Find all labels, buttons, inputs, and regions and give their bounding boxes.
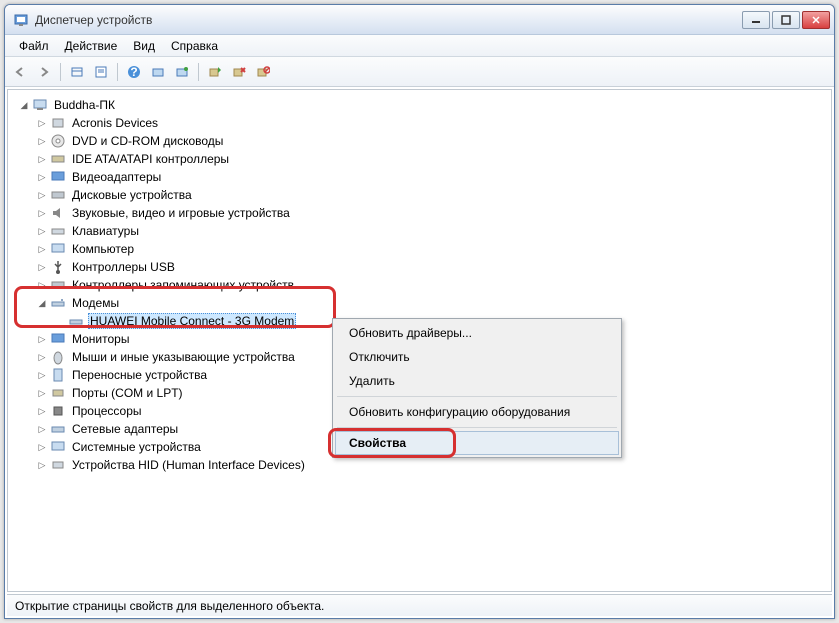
pc-icon <box>50 241 66 257</box>
monitor-icon <box>50 331 66 347</box>
statusbar: Открытие страницы свойств для выделенног… <box>7 594 832 616</box>
tree-item[interactable]: ▷Контроллеры USB <box>12 258 827 276</box>
app-icon <box>13 12 29 28</box>
device-icon <box>50 115 66 131</box>
expand-icon[interactable]: ▷ <box>36 459 48 471</box>
storage-icon <box>50 277 66 293</box>
tree-item[interactable]: ▷DVD и CD-ROM дисководы <box>12 132 827 150</box>
expand-icon[interactable]: ▷ <box>36 171 48 183</box>
port-icon <box>50 385 66 401</box>
menubar: Файл Действие Вид Справка <box>5 35 834 57</box>
forward-button[interactable] <box>33 61 55 83</box>
system-icon <box>50 439 66 455</box>
ctx-update-drivers[interactable]: Обновить драйверы... <box>335 321 619 345</box>
status-text: Открытие страницы свойств для выделенног… <box>15 599 324 613</box>
menu-view[interactable]: Вид <box>125 37 163 55</box>
titlebar[interactable]: Диспетчер устройств <box>5 5 834 35</box>
window-title: Диспетчер устройств <box>35 13 742 27</box>
uninstall-button[interactable] <box>228 61 250 83</box>
tree-modems[interactable]: ◢Модемы <box>12 294 827 312</box>
menu-help[interactable]: Справка <box>163 37 226 55</box>
collapse-icon[interactable]: ◢ <box>18 99 30 111</box>
expand-icon[interactable]: ▷ <box>36 387 48 399</box>
scan-button[interactable] <box>147 61 169 83</box>
modem-icon <box>50 295 66 311</box>
refresh-button[interactable] <box>171 61 193 83</box>
window-controls <box>742 11 830 29</box>
controller-icon <box>50 151 66 167</box>
svg-text:?: ? <box>130 65 137 79</box>
tree-item[interactable]: ▷Компьютер <box>12 240 827 258</box>
disable-button[interactable] <box>252 61 274 83</box>
expand-icon[interactable]: ▷ <box>36 153 48 165</box>
display-icon <box>50 169 66 185</box>
context-menu: Обновить драйверы... Отключить Удалить О… <box>332 318 622 458</box>
disc-icon <box>50 133 66 149</box>
update-driver-button[interactable] <box>204 61 226 83</box>
back-button[interactable] <box>9 61 31 83</box>
ctx-properties[interactable]: Свойства <box>335 431 619 455</box>
ctx-separator <box>337 396 617 397</box>
hid-icon <box>50 457 66 473</box>
portable-icon <box>50 367 66 383</box>
expand-icon[interactable]: ▷ <box>36 261 48 273</box>
tree-item[interactable]: ▷Клавиатуры <box>12 222 827 240</box>
maximize-button[interactable] <box>772 11 800 29</box>
help-button[interactable]: ? <box>123 61 145 83</box>
expand-icon[interactable]: ▷ <box>36 243 48 255</box>
device-manager-window: Диспетчер устройств Файл Действие Вид Сп… <box>4 4 835 619</box>
usb-icon <box>50 259 66 275</box>
mouse-icon <box>50 349 66 365</box>
keyboard-icon <box>50 223 66 239</box>
properties-button[interactable] <box>90 61 112 83</box>
ctx-disable[interactable]: Отключить <box>335 345 619 369</box>
audio-icon <box>50 205 66 221</box>
expand-icon[interactable]: ▷ <box>36 225 48 237</box>
menu-action[interactable]: Действие <box>57 37 126 55</box>
content-area: ◢ Buddha-ПК ▷Acronis Devices ▷DVD и CD-R… <box>7 89 832 592</box>
expand-icon[interactable]: ▷ <box>36 423 48 435</box>
tree-item[interactable]: ▷Acronis Devices <box>12 114 827 132</box>
modem-icon <box>68 313 84 329</box>
collapse-icon[interactable]: ◢ <box>36 297 48 309</box>
close-button[interactable] <box>802 11 830 29</box>
expand-icon[interactable]: ▷ <box>36 117 48 129</box>
tree-root[interactable]: ◢ Buddha-ПК <box>12 96 827 114</box>
expand-icon[interactable]: ▷ <box>36 351 48 363</box>
ctx-scan-hardware[interactable]: Обновить конфигурацию оборудования <box>335 400 619 424</box>
cpu-icon <box>50 403 66 419</box>
ctx-separator <box>337 427 617 428</box>
tree-item[interactable]: ▷Дисковые устройства <box>12 186 827 204</box>
minimize-button[interactable] <box>742 11 770 29</box>
expand-icon[interactable]: ▷ <box>36 333 48 345</box>
show-hidden-button[interactable] <box>66 61 88 83</box>
expand-icon[interactable]: ▷ <box>36 207 48 219</box>
disk-icon <box>50 187 66 203</box>
computer-icon <box>32 97 48 113</box>
expand-icon[interactable]: ▷ <box>36 279 48 291</box>
menu-file[interactable]: Файл <box>11 37 57 55</box>
ctx-uninstall[interactable]: Удалить <box>335 369 619 393</box>
expand-icon[interactable]: ▷ <box>36 441 48 453</box>
network-icon <box>50 421 66 437</box>
expand-icon[interactable]: ▷ <box>36 405 48 417</box>
device-tree[interactable]: ◢ Buddha-ПК ▷Acronis Devices ▷DVD и CD-R… <box>8 90 831 591</box>
tree-item[interactable]: ▷Контроллеры запоминающих устройств <box>12 276 827 294</box>
toolbar: ? <box>5 57 834 87</box>
tree-item[interactable]: ▷Устройства HID (Human Interface Devices… <box>12 456 827 474</box>
expand-icon[interactable]: ▷ <box>36 369 48 381</box>
expand-icon[interactable]: ▷ <box>36 189 48 201</box>
tree-item[interactable]: ▷IDE ATA/ATAPI контроллеры <box>12 150 827 168</box>
tree-item[interactable]: ▷Видеоадаптеры <box>12 168 827 186</box>
tree-item[interactable]: ▷Звуковые, видео и игровые устройства <box>12 204 827 222</box>
expand-icon[interactable]: ▷ <box>36 135 48 147</box>
